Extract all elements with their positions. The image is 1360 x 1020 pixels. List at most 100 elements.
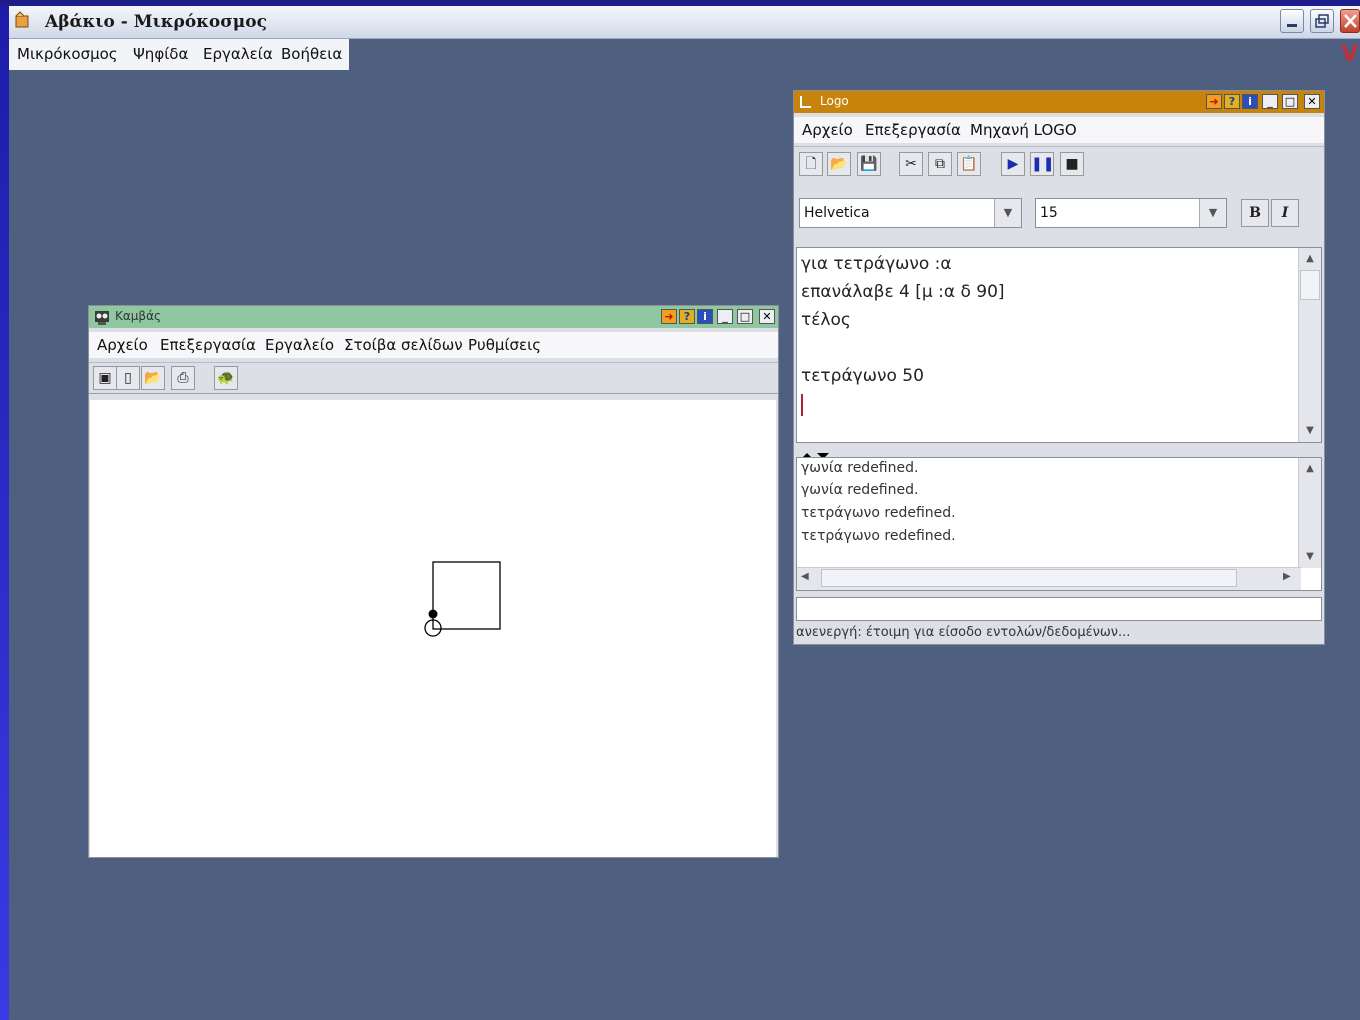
help-icon[interactable]: ?: [679, 309, 695, 324]
close-icon[interactable]: ✕: [1304, 94, 1320, 109]
logo-menu-engine[interactable]: Μηχανή LOGO: [970, 121, 1077, 139]
font-toolbar: Helvetica ▼ 15 ▼ B I: [794, 183, 1324, 241]
scroll-left-icon[interactable]: ◀: [801, 571, 809, 582]
editor-line: τετράγωνο 50: [801, 366, 924, 386]
copy-icon[interactable]: ⧉: [928, 152, 952, 176]
logo-app-icon: [800, 96, 811, 108]
app-icon: [15, 11, 29, 28]
logo-menu-file[interactable]: Αρχείο: [802, 121, 853, 139]
new-page-icon[interactable]: ▣: [93, 366, 117, 390]
chevron-down-icon: ▼: [1199, 199, 1226, 227]
export-icon[interactable]: ➜: [661, 309, 677, 324]
turtle-head: [428, 609, 438, 619]
output-line: γωνία redefined.: [801, 460, 919, 476]
info-icon[interactable]: i: [1242, 94, 1258, 109]
scroll-down-icon[interactable]: ▼: [1299, 422, 1321, 440]
scroll-down-icon[interactable]: ▼: [1299, 548, 1321, 566]
canvas-toolbar: ▣ ▯ 📂 ⎙ 🐢: [89, 362, 778, 394]
scroll-up-icon[interactable]: ▲: [1299, 460, 1321, 478]
splitter-handle[interactable]: [799, 446, 839, 459]
brand-v-icon: V: [1340, 42, 1358, 67]
desktop-edge: [0, 0, 9, 1020]
editor-line: επανάλαβε 4 [μ :α δ 90]: [801, 282, 1005, 302]
canvas-menu-file[interactable]: Αρχείο: [97, 336, 148, 354]
logo-window: Logo ➜ ? i _ □ ✕ Αρχείο Επεξεργασία Μηχα…: [793, 90, 1325, 645]
editor-line: για τετράγωνο :α: [801, 254, 952, 274]
scroll-right-icon[interactable]: ▶: [1283, 571, 1291, 582]
menu-mikrokosmos[interactable]: Μικρόκοσμος: [17, 45, 118, 63]
menu-psifida[interactable]: Ψηφίδα: [133, 45, 188, 63]
font-family-value: Helvetica: [804, 205, 870, 221]
open-folder-icon[interactable]: 📂: [827, 152, 851, 176]
logo-title: Logo: [820, 94, 849, 108]
logo-toolbar: 🗋 📂 💾 ✂ ⧉ 📋 ▶ ❚❚ ■: [794, 146, 1324, 184]
canvas-menu-tool[interactable]: Εργαλείο: [265, 336, 334, 354]
print-icon[interactable]: ⎙: [171, 366, 195, 390]
minimize-icon[interactable]: _: [717, 309, 733, 324]
maximize-icon[interactable]: □: [1282, 94, 1298, 109]
open-folder-icon[interactable]: 📂: [141, 366, 165, 390]
scroll-up-icon[interactable]: ▲: [1299, 250, 1321, 268]
font-size-value: 15: [1040, 205, 1058, 221]
cut-icon[interactable]: ✂: [899, 152, 923, 176]
hscrollbar-thumb[interactable]: [821, 569, 1237, 587]
paste-icon[interactable]: 📋: [957, 152, 981, 176]
menu-voitheia[interactable]: Βοήθεια: [281, 45, 342, 63]
pause-icon[interactable]: ❚❚: [1030, 152, 1054, 176]
minimize-button[interactable]: [1280, 9, 1304, 33]
export-icon[interactable]: ➜: [1206, 94, 1222, 109]
drawing-canvas[interactable]: [90, 400, 776, 857]
close-icon: [1344, 14, 1357, 28]
restore-button[interactable]: [1310, 9, 1334, 33]
minimize-icon[interactable]: _: [1262, 94, 1278, 109]
logo-menu-edit[interactable]: Επεξεργασία: [865, 121, 961, 139]
canvas-window: Καμβάς ➜ ? i _ □ ✕ Αρχείο Επεξεργασία Ερ…: [88, 305, 779, 858]
canvas-title: Καμβάς: [115, 309, 162, 323]
logo-code-editor[interactable]: για τετράγωνο :α επανάλαβε 4 [μ :α δ 90]…: [796, 247, 1322, 443]
font-size-select[interactable]: 15 ▼: [1035, 198, 1227, 228]
stop-icon[interactable]: ■: [1060, 152, 1084, 176]
text-cursor: [801, 394, 803, 416]
menubar-empty-area: [349, 39, 1360, 70]
menu-ergaleia[interactable]: Εργαλεία: [203, 45, 273, 63]
output-line: γωνία redefined.: [801, 482, 919, 498]
drawn-square: [432, 561, 501, 630]
close-icon[interactable]: ✕: [759, 309, 775, 324]
output-line: τετράγωνο redefined.: [801, 505, 956, 521]
command-input[interactable]: [796, 597, 1322, 621]
editor-scrollbar[interactable]: ▲ ▼: [1298, 248, 1321, 442]
output-hscrollbar[interactable]: ◀ ▶: [797, 567, 1301, 590]
chevron-down-icon: ▼: [994, 199, 1021, 227]
output-vscrollbar[interactable]: ▲ ▼: [1298, 458, 1321, 568]
turtle-icon[interactable]: 🐢: [214, 366, 238, 390]
new-file-icon[interactable]: 🗋: [799, 152, 823, 176]
logo-titlebar[interactable]: Logo ➜ ? i _ □ ✕: [794, 91, 1324, 113]
canvas-menu-edit[interactable]: Επεξεργασία: [160, 336, 256, 354]
logo-output-panel: γωνία redefined. γωνία redefined. τετράγ…: [796, 457, 1322, 591]
editor-line: τέλος: [801, 310, 851, 330]
canvas-titlebar[interactable]: Καμβάς ➜ ? i _ □ ✕: [89, 306, 778, 328]
minimize-icon: [1287, 24, 1297, 27]
camera-icon: [95, 311, 109, 325]
canvas-menu-pages[interactable]: Στοίβα σελίδων: [344, 336, 463, 354]
bold-button[interactable]: B: [1241, 199, 1269, 227]
run-icon[interactable]: ▶: [1001, 152, 1025, 176]
main-menubar: Μικρόκοσμος Ψηφίδα Εργαλεία Βοήθεια V: [9, 39, 1360, 70]
canvas-menubar: Αρχείο Επεξεργασία Εργαλείο Στοίβα σελίδ…: [89, 332, 778, 358]
italic-button[interactable]: I: [1271, 199, 1299, 227]
scrollbar-thumb[interactable]: [1300, 270, 1320, 300]
turtle-drawing: [424, 561, 501, 637]
restore-icon: [1315, 14, 1329, 28]
main-titlebar[interactable]: Αβάκιο - Μικρόκοσμος: [9, 6, 1360, 39]
canvas-menu-settings[interactable]: Ρυθμίσεις: [468, 336, 541, 354]
close-button[interactable]: [1340, 9, 1360, 33]
help-icon[interactable]: ?: [1224, 94, 1240, 109]
output-line: τετράγωνο redefined.: [801, 528, 956, 544]
app-title: Αβάκιο - Μικρόκοσμος: [45, 12, 267, 32]
page-icon[interactable]: ▯: [116, 366, 140, 390]
maximize-icon[interactable]: □: [737, 309, 753, 324]
save-icon[interactable]: 💾: [857, 152, 881, 176]
info-icon[interactable]: i: [697, 309, 713, 324]
logo-menubar: Αρχείο Επεξεργασία Μηχανή LOGO: [794, 117, 1324, 143]
font-family-select[interactable]: Helvetica ▼: [799, 198, 1022, 228]
